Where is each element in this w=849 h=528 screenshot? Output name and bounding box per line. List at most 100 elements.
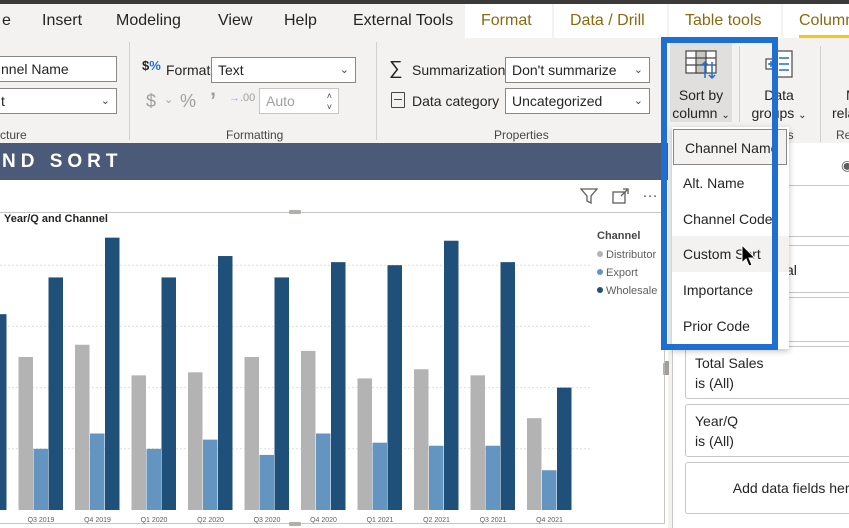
pane-scrollbar[interactable] [665,361,669,375]
data-category-icon [391,92,405,108]
bar-wholesale-q1-2021[interactable] [387,265,403,510]
comma-style-button[interactable]: ’ [210,88,216,114]
formatting-group-label: Formatting [226,128,284,142]
bar-export-q4-2020[interactable] [316,433,331,511]
spinner-icon[interactable]: ˄ ˅ [327,91,332,113]
eye-icon[interactable]: ◉ [841,157,849,174]
chart-plot: 19Q3 2019Q4 2019Q1 2020Q2 2020Q3 2020Q4 … [0,237,590,524]
format-select[interactable]: Text ⌄ [211,57,356,83]
format-icon: $% [142,58,161,73]
bar-distributor-q2-2020[interactable] [188,372,203,510]
chart-legend: Channel Distributor Export Wholesale [597,230,657,300]
report-title-band: ND SORT [0,143,668,180]
x-tick-label: Q3 2021 [480,517,507,524]
bar-wholesale-q3-2019[interactable] [48,277,64,510]
group-separator [129,42,130,140]
bar-wholesale-q1-2020[interactable] [161,277,177,510]
menu-item-importance[interactable]: Importance [672,272,789,308]
bar-distributor-q2-2021[interactable] [414,369,429,510]
format-label: Format [166,62,211,78]
currency-button[interactable]: $ [146,91,156,112]
bar-export-q4-2021[interactable] [542,470,557,510]
bar-distributor-q3-2020[interactable] [244,357,260,510]
bar-distributor-q4-2019[interactable] [75,344,90,510]
group-separator [739,46,740,122]
tab-view[interactable]: View [218,4,252,38]
bar-export-q1-2020[interactable] [146,448,162,510]
menu-item-prior-code[interactable]: Prior Code [672,308,789,344]
decimal-places-input[interactable]: Auto ˄ ˅ [259,88,339,114]
chevron-down-icon: ⌄ [798,110,807,121]
data-category-select[interactable]: Uncategorized ⌄ [505,88,650,114]
bar-wholesale-q2-2021[interactable] [444,240,459,510]
bar-wholesale-q4-2019[interactable] [105,237,120,510]
filter-card-year-q[interactable]: Year/Q is (All) [685,404,849,457]
structure-group-label: cture [0,128,27,142]
bar-wholesale-q3-2021[interactable] [500,262,516,510]
group-separator [376,42,377,140]
bar-export-q4-2019[interactable] [90,433,105,511]
x-tick-label: Q2 2021 [423,517,450,524]
x-tick-label: Q3 2020 [254,517,281,524]
column-name-input[interactable]: nnel Name [0,56,117,82]
data-type-select[interactable]: t ⌄ [0,88,117,114]
sort-by-column-button[interactable]: Sort by column ⌄ [670,42,732,122]
tab-data-drill[interactable]: Data / Drill [554,4,667,38]
menu-item-alt-name[interactable]: Alt. Name [672,165,789,201]
tab-column-tools[interactable]: Column [783,4,849,38]
decimal-places-button[interactable]: →.00 [229,92,255,104]
bar-distributor-q1-2020[interactable] [131,375,147,510]
tab-external-tools[interactable]: External Tools [353,4,453,38]
bar-wholesale-q3-2020[interactable] [274,277,290,510]
bar-export-q2-2021[interactable] [429,445,444,510]
menu-item-channel-name[interactable]: Channel Name [673,129,787,165]
bar-export-q3-2020[interactable] [259,454,275,510]
relationships-group-label: Re [836,128,849,142]
tab-help[interactable]: Help [284,4,317,38]
summarization-select[interactable]: Don't summarize ⌄ [505,57,650,83]
bar-export-q3-2021[interactable] [485,445,501,510]
bar-wholesale-q4-2021[interactable] [557,387,572,510]
bar-wholesale-q2-2019[interactable] [0,314,7,510]
bar-wholesale-q2-2020[interactable] [218,256,233,510]
tab-modeling[interactable]: Modeling [116,4,181,38]
legend-dot-icon [597,287,603,293]
bar-export-q2-2020[interactable] [203,439,218,510]
tab-table-tools[interactable]: Table tools [669,4,781,38]
sort-by-label-line1: Sort by [678,87,724,103]
filter-card-total-sales[interactable]: Total Sales is (All) [685,346,849,399]
tab-insert[interactable]: Insert [42,4,82,38]
bar-export-q3-2019[interactable] [33,448,49,510]
tab-home[interactable]: e [2,4,11,38]
x-tick-label: Q2 2020 [197,517,224,524]
ribbon-tab-row: e Insert Modeling View Help External Too… [0,4,849,38]
add-data-fields-dropzone[interactable]: Add data fields here [685,462,849,514]
bar-distributor-q4-2020[interactable] [301,350,316,510]
x-tick-label: Q4 2019 [84,517,111,524]
bar-distributor-q1-2021[interactable] [357,378,373,510]
chevron-down-icon: ⌄ [633,95,643,107]
menu-item-channel-code[interactable]: Channel Code [672,201,789,237]
legend-item-distributor[interactable]: Distributor [597,246,657,264]
legend-dot-icon [597,269,603,275]
tab-format[interactable]: Format [465,4,552,38]
bar-distributor-q3-2019[interactable] [18,357,34,510]
currency-chevron-icon[interactable]: ⌄ [164,93,173,106]
data-groups-button[interactable]: Data groups ⌄ [748,42,810,122]
manage-relationships-button[interactable]: M rela [826,42,849,122]
sort-by-column-icon [685,50,717,80]
bar-export-q1-2021[interactable] [372,442,388,510]
bar-wholesale-q4-2020[interactable] [331,262,346,510]
x-tick-label: Q1 2020 [141,517,168,524]
menu-item-custom-sort[interactable]: Custom Sort [672,236,789,272]
x-tick-label: Q4 2021 [536,517,563,524]
legend-title: Channel [597,230,641,242]
bar-distributor-q3-2021[interactable] [470,375,486,510]
percent-button[interactable]: % [180,91,196,112]
bar-distributor-q4-2021[interactable] [527,418,542,510]
chevron-down-icon: ⌄ [633,64,643,76]
sort-by-label-line2: column ⌄ [672,105,730,121]
legend-item-export[interactable]: Export [597,264,657,282]
x-tick-label: Q3 2019 [28,517,55,524]
legend-item-wholesale[interactable]: Wholesale [597,282,657,300]
